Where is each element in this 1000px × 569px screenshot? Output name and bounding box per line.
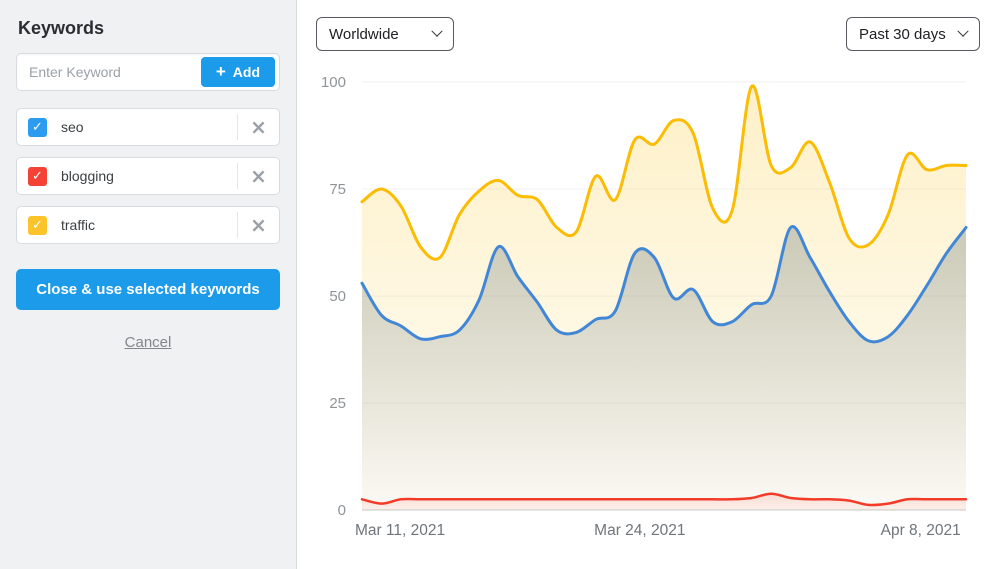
x-tick-label: Mar 24, 2021 xyxy=(594,522,685,539)
plus-icon: + xyxy=(216,63,226,80)
remove-keyword-icon[interactable]: × xyxy=(238,207,279,243)
y-tick-label: 75 xyxy=(329,181,346,198)
keyword-label: traffic xyxy=(61,217,237,233)
keyword-checkbox[interactable]: ✓ xyxy=(28,167,47,186)
keyword-row-blogging: ✓ blogging × xyxy=(16,157,280,195)
keyword-row-seo: ✓ seo × xyxy=(16,108,280,146)
keyword-row-traffic: ✓ traffic × xyxy=(16,206,280,244)
panel-title: Keywords xyxy=(18,18,280,39)
add-button-label: Add xyxy=(233,64,260,80)
y-tick-label: 100 xyxy=(321,74,346,91)
date-range-dropdown-value: Past 30 days xyxy=(859,26,946,43)
y-tick-label: 50 xyxy=(329,288,346,305)
x-tick-label: Apr 8, 2021 xyxy=(881,522,961,539)
keyword-label: seo xyxy=(61,119,237,135)
keyword-checkbox[interactable]: ✓ xyxy=(28,118,47,137)
close-use-keywords-button[interactable]: Close & use selected keywords xyxy=(16,269,280,310)
keywords-panel: Keywords + Add ✓ seo × ✓ blogging × ✓ tr… xyxy=(0,0,297,569)
remove-keyword-icon[interactable]: × xyxy=(238,109,279,145)
region-dropdown-value: Worldwide xyxy=(329,26,399,43)
y-tick-label: 25 xyxy=(329,395,346,412)
keyword-checkbox[interactable]: ✓ xyxy=(28,216,47,235)
x-tick-label: Mar 11, 2021 xyxy=(355,522,445,539)
region-dropdown[interactable]: Worldwide xyxy=(316,17,454,51)
trend-chart[interactable]: 0 25 50 75 100 Mar 11, 2021 Mar 24, 2021 Apr 8,… xyxy=(298,60,1000,560)
cancel-link[interactable]: Cancel xyxy=(16,334,280,351)
keyword-label: blogging xyxy=(61,168,237,184)
date-range-dropdown[interactable]: Past 30 days xyxy=(846,17,980,51)
remove-keyword-icon[interactable]: × xyxy=(238,158,279,194)
add-keyword-button[interactable]: + Add xyxy=(201,57,275,87)
chevron-down-icon xyxy=(431,26,442,37)
keyword-input[interactable] xyxy=(17,64,201,80)
y-tick-label: 0 xyxy=(338,502,346,519)
chevron-down-icon xyxy=(957,26,968,37)
keyword-input-row: + Add xyxy=(16,53,280,91)
